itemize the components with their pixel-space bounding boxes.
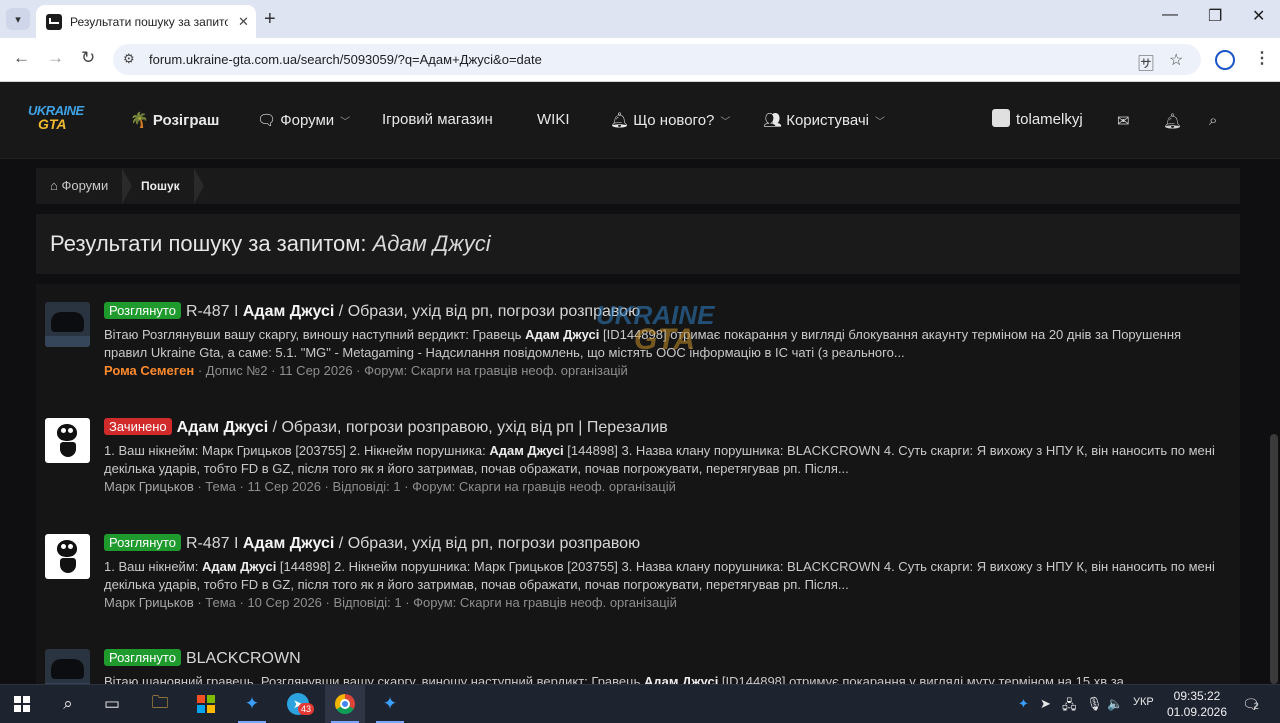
nav-whats-new[interactable]: 🔔︎ Що нового? ﹀ <box>610 111 730 129</box>
game-app-icon[interactable]: ✦ <box>370 685 410 723</box>
breadcrumb: ⌂ Форуми Пошук <box>36 168 1240 204</box>
bookmark-star-icon[interactable]: ☆ <box>1169 50 1183 70</box>
breadcrumb-separator <box>194 168 204 204</box>
nav-forums[interactable]: 🗨 Форуми ﹀ <box>257 111 350 129</box>
avatar[interactable] <box>45 649 90 684</box>
avatar[interactable] <box>45 302 90 347</box>
task-view-icon[interactable]: ▭ <box>92 685 132 723</box>
envelope-icon[interactable]: ✉ <box>1117 112 1130 130</box>
tab-title: Результати пошуку за запитом <box>70 14 228 29</box>
alerts-bell-icon[interactable]: 🔔︎ <box>1163 112 1182 130</box>
breadcrumb-current: Пошук <box>141 179 180 193</box>
notification-count: 2 <box>1253 701 1259 711</box>
tray-game-icon[interactable]: ✦ <box>1018 696 1029 712</box>
page-scrollbar[interactable] <box>1270 434 1278 684</box>
chevron-down-icon: ﹀ <box>340 117 351 128</box>
nav-users[interactable]: 👥︎ Користувачі ﹀ <box>763 111 885 129</box>
game-launcher-icon[interactable]: ✦ <box>232 685 272 723</box>
telegram-icon[interactable]: ➤ 43 <box>278 685 318 723</box>
system-clock[interactable]: 09:35:22 01.09.2026 <box>1162 688 1232 720</box>
chat-bubble-icon: 🗨 <box>257 112 277 129</box>
status-badge: Розглянуто <box>104 534 181 551</box>
notification-center-icon[interactable]: 🗨2 <box>1242 696 1260 713</box>
minimize-icon[interactable]: — <box>1162 6 1178 24</box>
forward-arrow-icon[interactable]: → <box>47 48 64 68</box>
telegram-unread-badge: 43 <box>298 703 315 715</box>
page-title: Результати пошуку за запитом: Адам Джусі <box>50 231 491 256</box>
breadcrumb-separator <box>122 168 132 204</box>
restore-icon[interactable]: ❐ <box>1208 6 1222 26</box>
result-snippet: 1. Ваш нікнейм: Марк Грицьков [203755] 2… <box>104 443 1215 476</box>
result-title[interactable]: Розглянуто BLACKCROWN <box>104 649 301 668</box>
nav-shop[interactable]: Ігровий магазин <box>382 111 493 128</box>
url-text[interactable]: forum.ukraine-gta.com.ua/search/5093059/… <box>149 52 542 67</box>
reload-icon[interactable]: ↻ <box>81 48 95 68</box>
nav-wiki[interactable]: WIKI <box>537 111 570 128</box>
author-link[interactable]: Марк Грицьков <box>104 595 194 610</box>
status-badge: Розглянуто <box>104 302 181 319</box>
taskbar-search-icon[interactable]: ⌕ <box>48 685 88 723</box>
input-language[interactable]: УКР <box>1133 696 1154 708</box>
browser-tab[interactable]: Результати пошуку за запитом ✕ <box>36 5 256 38</box>
status-badge: Розглянуто <box>104 649 181 666</box>
result-title[interactable]: Розглянуто R-487 I Адам Джусі / Образи, у… <box>104 534 640 553</box>
site-info-icon[interactable]: ⚙ <box>123 51 135 67</box>
bell-icon: 🔔︎ <box>610 112 630 129</box>
page-title-block: Результати пошуку за запитом: Адам Джусі <box>36 214 1240 274</box>
result-meta: Марк Грицьков · Тема · 10 Сер 2026 · Від… <box>104 595 677 610</box>
site-logo[interactable]: UKRAINE GTA <box>28 104 84 138</box>
author-link[interactable]: Марк Грицьков <box>104 479 194 494</box>
result-title[interactable]: Зачинено Адам Джусі / Образи, погрози роз… <box>104 418 668 437</box>
result-title[interactable]: Розглянуто R-487 I Адам Джусі / Образи, у… <box>104 302 640 321</box>
tray-telegram-icon[interactable]: ➤ <box>1040 696 1051 712</box>
profile-icon[interactable] <box>1215 50 1235 70</box>
site-header: UKRAINE GTA 🌴 Розіграш 🗨 Форуми ﹀ Ігровий… <box>0 82 1280 159</box>
file-explorer-icon[interactable]: 🗀 <box>140 685 180 723</box>
users-icon: 👥︎ <box>763 112 783 129</box>
result-snippet: 1. Ваш нікнейм: Адам Джусі [144898] 2. Н… <box>104 559 1215 592</box>
search-query: Адам Джусі <box>372 231 491 256</box>
back-arrow-icon[interactable]: ← <box>13 48 30 68</box>
result-meta: Марк Грицьков · Тема · 11 Сер 2026 · Від… <box>104 479 676 494</box>
chevron-down-icon: ﹀ <box>875 117 886 128</box>
address-bar[interactable]: ⚙ forum.ukraine-gta.com.ua/search/509305… <box>113 44 1201 75</box>
window-close-icon[interactable]: ✕ <box>1252 6 1265 26</box>
browser-tab-strip: ▾ Результати пошуку за запитом ✕ + — ❐ ✕ <box>0 0 1280 38</box>
network-icon[interactable]: 🖧 <box>1062 696 1077 718</box>
tab-search-button[interactable]: ▾ <box>6 8 30 30</box>
nav-giveaway[interactable]: 🌴 Розіграш <box>130 111 219 129</box>
volume-icon[interactable]: 🔈 <box>1107 696 1123 712</box>
nav-username[interactable]: tolamelkyj <box>1016 111 1083 128</box>
result-snippet: Вітаю Розглянувши вашу скаргу, виношу на… <box>104 327 1182 360</box>
result-meta: Рома Семеген · Допис №2 · 11 Сер 2026 · … <box>104 363 628 378</box>
result-snippet: Вітаю шановний гравець. Розглянувши вашу… <box>104 674 1124 684</box>
tab-close-icon[interactable]: ✕ <box>238 14 249 30</box>
palm-tree-icon: 🌴 <box>130 112 149 129</box>
user-avatar[interactable] <box>992 109 1010 127</box>
avatar[interactable] <box>45 418 90 463</box>
search-results-list: Розглянуто R-487 I Адам Джусі / Образи, у… <box>36 284 1240 684</box>
translate-icon[interactable]: 🈂 <box>1138 50 1154 74</box>
browser-menu-icon[interactable]: ⋮ <box>1254 48 1270 68</box>
chevron-down-icon: ﹀ <box>720 117 731 128</box>
new-tab-button[interactable]: + <box>264 8 276 31</box>
start-button[interactable] <box>2 685 42 723</box>
windows-logo-icon <box>14 696 30 712</box>
avatar[interactable] <box>45 534 90 579</box>
author-link[interactable]: Рома Семеген <box>104 363 194 378</box>
breadcrumb-forums[interactable]: ⌂ Форуми <box>50 178 108 193</box>
microphone-icon[interactable]: 🎙 <box>1086 696 1103 712</box>
store-icon[interactable] <box>186 685 226 723</box>
browser-toolbar: ← → ↻ ⚙ forum.ukraine-gta.com.ua/search/… <box>0 38 1280 82</box>
status-badge: Зачинено <box>104 418 172 435</box>
site-favicon-icon <box>46 13 62 30</box>
chrome-icon[interactable] <box>325 685 365 723</box>
windows-taskbar: ⌕ ▭ 🗀 ✦ ➤ 43 ✦ ✦ ➤ 🖧 🎙 🔈 УКР 09:35:22 01.0… <box>0 684 1280 723</box>
home-icon: ⌂ <box>50 178 58 193</box>
search-icon[interactable]: ⌕ <box>1209 112 1217 129</box>
